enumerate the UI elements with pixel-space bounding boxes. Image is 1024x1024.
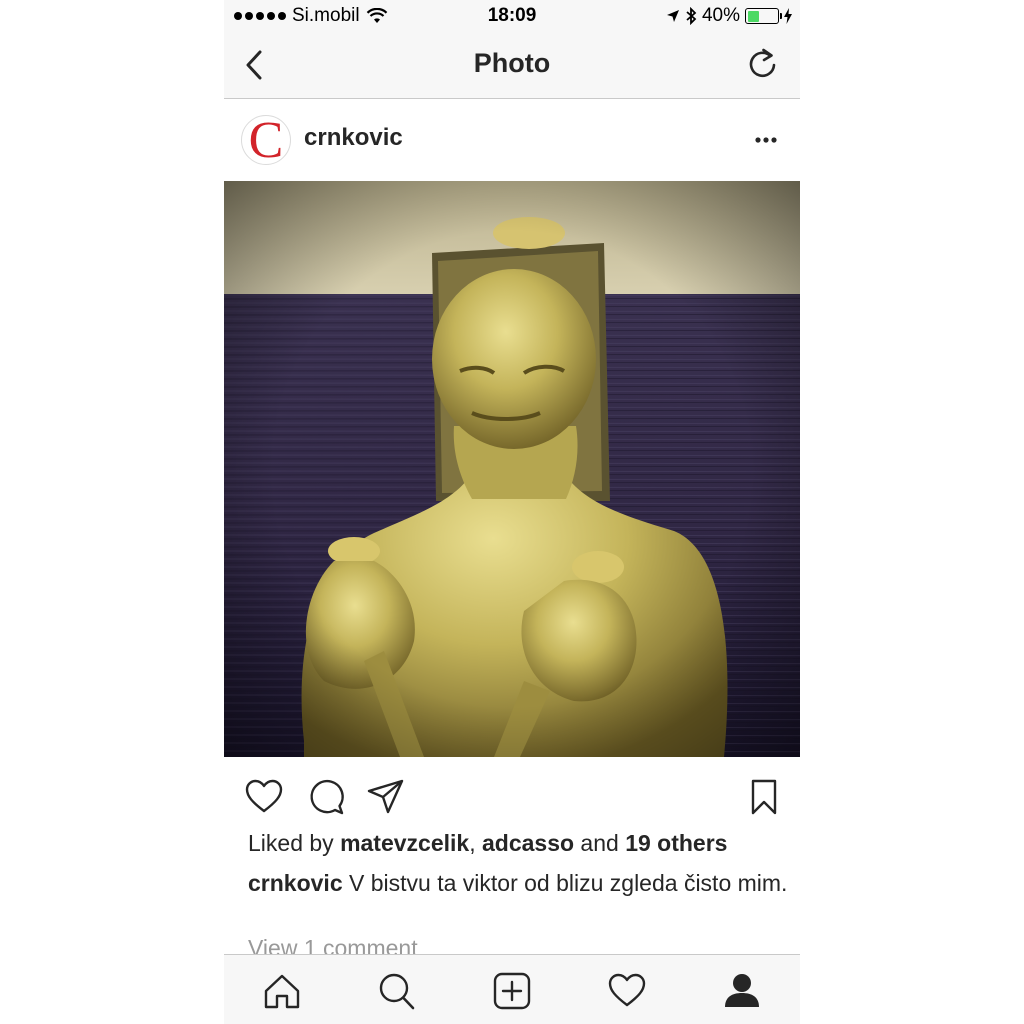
home-icon[interactable] [262, 971, 302, 1011]
search-icon[interactable] [376, 971, 416, 1011]
statue-photo-image [224, 181, 800, 757]
comment-icon[interactable] [306, 777, 346, 817]
more-options-icon[interactable] [754, 130, 778, 150]
battery-icon [745, 8, 782, 24]
post-caption: crnkovic V bistvu ta viktor od blizu zgl… [248, 868, 788, 898]
add-icon[interactable] [492, 971, 532, 1011]
refresh-icon[interactable] [746, 46, 780, 82]
likes-summary[interactable]: Liked by matevzcelik, adcasso and 19 oth… [248, 830, 727, 857]
profile-icon[interactable] [722, 971, 762, 1011]
post-header: C crnkovic [224, 100, 800, 180]
status-bar: Si.mobil 18:09 40% [224, 0, 800, 32]
likes-others-link[interactable]: 19 others [625, 830, 727, 856]
share-send-icon[interactable] [366, 777, 406, 817]
caption-username[interactable]: crnkovic [248, 870, 343, 896]
charging-icon [784, 8, 792, 24]
tab-bar [224, 954, 800, 1024]
post-username[interactable]: crnkovic [304, 124, 403, 152]
liker-link[interactable]: matevzcelik [340, 830, 469, 856]
location-arrow-icon [666, 10, 679, 22]
avatar-logo: C [248, 115, 284, 165]
likes-and: and [574, 830, 626, 856]
status-right: 40% [666, 5, 792, 27]
app-screen: Si.mobil 18:09 40% Photo C crnkovic Like… [224, 0, 800, 1024]
caption-text: V bistvu ta viktor od blizu zgleda čisto… [342, 870, 788, 896]
like-heart-icon[interactable] [244, 777, 284, 817]
post-actions [224, 757, 800, 833]
avatar[interactable]: C [241, 115, 291, 165]
battery-percent: 40% [701, 5, 740, 26]
likes-separator: , [469, 830, 482, 856]
bookmark-icon[interactable] [744, 777, 784, 817]
bluetooth-icon [686, 7, 697, 25]
navigation-bar: Photo [224, 32, 800, 99]
liker-link[interactable]: adcasso [482, 830, 574, 856]
heart-icon[interactable] [607, 971, 647, 1011]
post-photo[interactable] [224, 181, 800, 757]
likes-prefix: Liked by [248, 830, 341, 856]
page-title: Photo [473, 48, 551, 78]
